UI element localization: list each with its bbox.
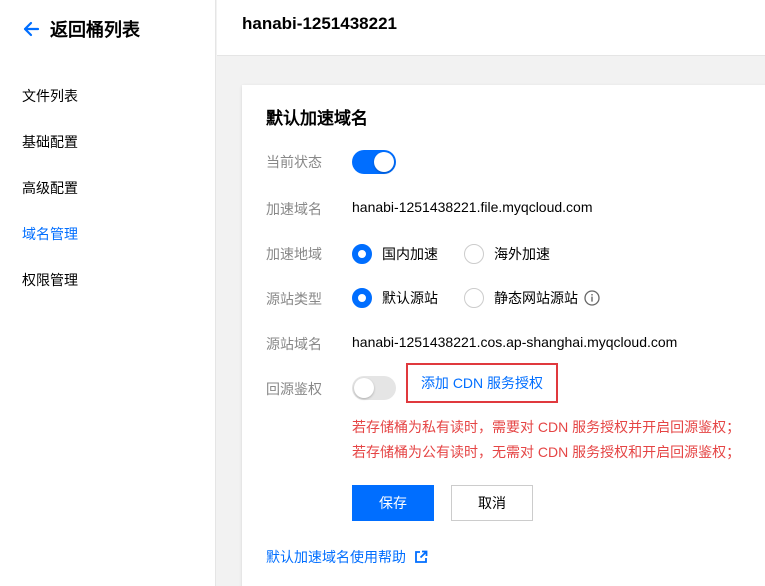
toggle-knob bbox=[374, 152, 394, 172]
sidebar-item-file-list[interactable]: 文件列表 bbox=[0, 73, 215, 119]
radio-default-origin[interactable]: 默认源站 bbox=[352, 288, 438, 308]
page-title: hanabi-1251438221 bbox=[242, 14, 397, 33]
warning-public-read: 若存储桶为公有读时，无需对 CDN 服务授权和开启回源鉴权； bbox=[352, 444, 741, 460]
sidebar-nav: 文件列表 基础配置 高级配置 域名管理 权限管理 bbox=[0, 73, 215, 303]
sidebar-item-basic-config[interactable]: 基础配置 bbox=[0, 119, 215, 165]
warning-private-read: 若存储桶为私有读时，需要对 CDN 服务授权并开启回源鉴权； bbox=[352, 419, 741, 435]
sidebar-item-advanced-config[interactable]: 高级配置 bbox=[0, 165, 215, 211]
card-title: 默认加速域名 bbox=[266, 109, 368, 128]
radio-circle bbox=[352, 288, 372, 308]
cdn-auth-highlight: 添加 CDN 服务授权 bbox=[406, 363, 558, 403]
default-domain-card: 默认加速域名 当前状态 加速域名 hanabi-1251438221.file.… bbox=[242, 85, 765, 586]
sidebar-item-permission-management[interactable]: 权限管理 bbox=[0, 257, 215, 303]
auth-label: 回源鉴权 bbox=[266, 381, 322, 397]
back-to-bucket-list[interactable]: 返回桶列表 bbox=[22, 14, 140, 44]
origin-domain-label: 源站域名 bbox=[266, 336, 322, 352]
help-link[interactable]: 默认加速域名使用帮助 bbox=[266, 547, 428, 567]
status-label: 当前状态 bbox=[266, 154, 322, 170]
sidebar: 返回桶列表 文件列表 基础配置 高级配置 域名管理 权限管理 bbox=[0, 0, 216, 586]
save-button[interactable]: 保存 bbox=[352, 485, 434, 521]
auth-toggle[interactable] bbox=[352, 376, 396, 400]
sidebar-item-domain-management[interactable]: 域名管理 bbox=[0, 211, 215, 257]
toggle-knob bbox=[354, 378, 374, 398]
back-label: 返回桶列表 bbox=[50, 20, 140, 40]
radio-overseas[interactable]: 海外加速 bbox=[464, 244, 550, 264]
radio-label: 默认源站 bbox=[382, 290, 438, 306]
region-label: 加速地域 bbox=[266, 246, 322, 262]
radio-static-website-origin[interactable]: 静态网站源站 bbox=[464, 288, 578, 308]
radio-circle bbox=[464, 244, 484, 264]
external-link-icon bbox=[415, 550, 428, 563]
arrow-left-icon bbox=[23, 21, 40, 37]
radio-domestic[interactable]: 国内加速 bbox=[352, 244, 438, 264]
radio-circle bbox=[464, 288, 484, 308]
radio-circle bbox=[352, 244, 372, 264]
cancel-button[interactable]: 取消 bbox=[451, 485, 533, 521]
app-root: 返回桶列表 文件列表 基础配置 高级配置 域名管理 权限管理 hanabi-12… bbox=[0, 0, 765, 586]
status-toggle[interactable] bbox=[352, 150, 396, 174]
radio-label: 国内加速 bbox=[382, 246, 438, 262]
help-link-label: 默认加速域名使用帮助 bbox=[266, 549, 406, 565]
info-icon[interactable] bbox=[584, 290, 600, 306]
page-header: hanabi-1251438221 bbox=[217, 0, 765, 56]
radio-label: 静态网站源站 bbox=[494, 290, 578, 306]
add-cdn-auth-link[interactable]: 添加 CDN 服务授权 bbox=[421, 373, 543, 393]
origin-type-label: 源站类型 bbox=[266, 291, 322, 307]
domain-label: 加速域名 bbox=[266, 201, 322, 217]
domain-value: hanabi-1251438221.file.myqcloud.com bbox=[352, 199, 593, 215]
origin-domain-value: hanabi-1251438221.cos.ap-shanghai.myqclo… bbox=[352, 334, 678, 350]
radio-label: 海外加速 bbox=[494, 246, 550, 262]
